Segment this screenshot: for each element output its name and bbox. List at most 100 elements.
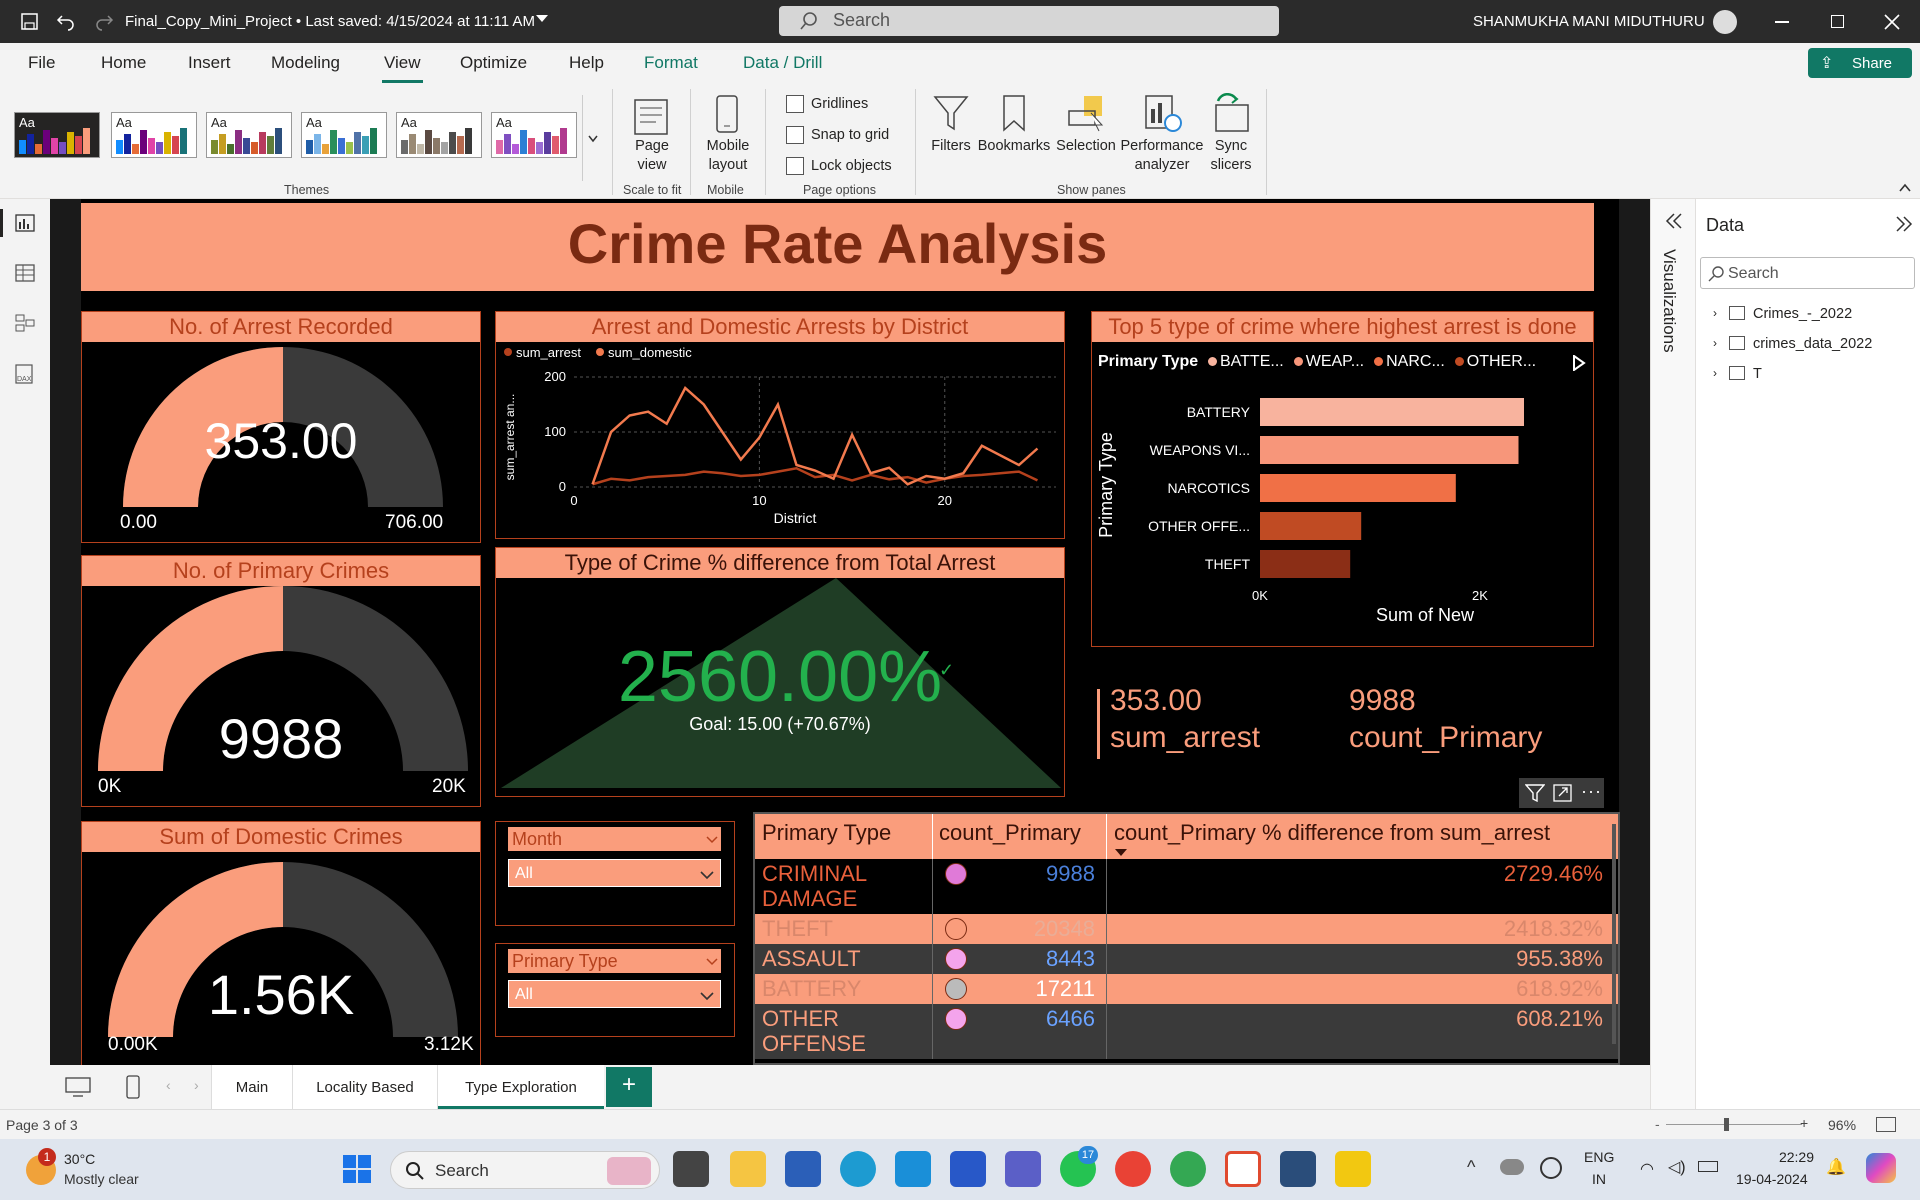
show-hidden-icons[interactable]: ^	[1467, 1157, 1475, 1178]
filters-button[interactable]: Filters	[925, 137, 977, 156]
chrome-profile-icon[interactable]	[1170, 1151, 1206, 1187]
bar-chart-visual[interactable]: Top 5 type of crime where highest arrest…	[1091, 311, 1594, 647]
slicer-primary-type[interactable]: Primary Type All	[495, 943, 735, 1037]
copilot-icon[interactable]	[1866, 1153, 1896, 1183]
undo-icon[interactable]	[56, 12, 76, 32]
file-explorer-icon[interactable]	[730, 1151, 766, 1187]
slicer-type-dropdown[interactable]: All	[508, 980, 721, 1008]
kpi-visual[interactable]: Type of Crime % difference from Total Ar…	[495, 547, 1065, 797]
legend-next-icon[interactable]	[1572, 355, 1586, 371]
menu-data-drill[interactable]: Data / Drill	[743, 53, 822, 73]
table-view-icon[interactable]	[14, 263, 36, 283]
clock-date[interactable]: 19-04-2024	[1736, 1171, 1808, 1187]
zoom-in-icon[interactable]: +	[1800, 1115, 1808, 1131]
maximize-icon[interactable]	[1831, 15, 1844, 28]
title-dropdown-icon[interactable]	[536, 15, 548, 22]
share-button[interactable]: ⇪ Share	[1808, 48, 1912, 78]
onedrive-icon[interactable]	[1500, 1159, 1524, 1175]
slicer-month[interactable]: Month All	[495, 821, 735, 926]
tab-main[interactable]: Main	[211, 1065, 293, 1109]
zoom-out-icon[interactable]: -	[1655, 1116, 1660, 1132]
theme-3[interactable]: Aa	[206, 112, 292, 158]
volume-icon[interactable]: ◁)	[1668, 1157, 1686, 1177]
edge-icon[interactable]	[840, 1151, 876, 1187]
zoom-slider[interactable]	[1666, 1124, 1802, 1125]
fit-to-page-icon[interactable]	[1876, 1117, 1896, 1132]
menu-modeling[interactable]: Modeling	[271, 53, 340, 73]
data-search-input[interactable]: Search	[1700, 257, 1915, 289]
menu-optimize[interactable]: Optimize	[460, 53, 527, 73]
dax-query-view-icon[interactable]: DAX	[14, 363, 36, 385]
model-view-icon[interactable]	[14, 313, 36, 333]
menu-insert[interactable]: Insert	[188, 53, 231, 73]
sync-slicers-button[interactable]: Sync slicers	[1205, 137, 1257, 175]
table-row[interactable]: CRIMINAL DAMAGE 9988 2729.46%	[755, 859, 1618, 914]
app-icon[interactable]	[1280, 1151, 1316, 1187]
lock-checkbox[interactable]	[786, 157, 804, 175]
lang-primary[interactable]: ENG	[1584, 1149, 1614, 1165]
bar[interactable]	[1260, 436, 1519, 464]
store-icon[interactable]	[785, 1151, 821, 1187]
close-icon[interactable]	[1884, 14, 1900, 30]
menu-file[interactable]: File	[28, 53, 55, 73]
tab-locality-based[interactable]: Locality Based	[293, 1065, 438, 1109]
gauge-primary-visual[interactable]: No. of Primary Crimes 9988 0K 20K	[81, 555, 481, 807]
theme-5[interactable]: Aa	[396, 112, 482, 158]
save-icon[interactable]	[20, 12, 40, 32]
table-header-pct[interactable]: count_Primary % difference from sum_arre…	[1114, 820, 1550, 846]
slicer-month-dropdown[interactable]: All	[508, 859, 721, 887]
table-row[interactable]: THEFT 20348 2418.32%	[755, 914, 1618, 944]
windows-start-icon[interactable]	[342, 1154, 372, 1184]
theme-2[interactable]: Aa	[111, 112, 197, 158]
report-view-icon[interactable]	[14, 213, 36, 233]
expand-visualizations-icon[interactable]	[1665, 213, 1683, 229]
taskbar-search[interactable]: Search	[390, 1151, 660, 1189]
snap-checkbox[interactable]	[786, 126, 804, 144]
theme-1[interactable]: Aa	[14, 112, 100, 158]
mobile-layout-button[interactable]: Mobile layout	[698, 137, 758, 175]
power-bi-icon[interactable]	[1335, 1151, 1371, 1187]
table-header-primary-type[interactable]: Primary Type	[762, 820, 891, 846]
gauge-arrests-visual[interactable]: No. of Arrest Recorded 353.00 0.00 706.0…	[81, 311, 481, 543]
theme-4[interactable]: Aa	[301, 112, 387, 158]
table-row[interactable]: BATTERY 17211 618.92%	[755, 974, 1618, 1004]
app-icon[interactable]	[950, 1151, 986, 1187]
wifi-icon[interactable]: ◠	[1640, 1159, 1654, 1179]
bookmarks-button[interactable]: Bookmarks	[976, 137, 1052, 156]
filter-icon[interactable]	[1525, 784, 1545, 802]
table-visual[interactable]: Primary Type count_Primary count_Primary…	[753, 812, 1620, 1065]
tab-type-exploration[interactable]: Type Exploration	[438, 1065, 604, 1109]
tab-scroll-left-icon[interactable]: ‹	[166, 1077, 171, 1093]
avatar[interactable]	[1713, 10, 1737, 34]
menu-home[interactable]: Home	[101, 53, 146, 73]
notifications-icon[interactable]: 🔔	[1826, 1157, 1846, 1177]
mobile-layout-toggle-icon[interactable]	[126, 1075, 140, 1099]
performance-analyzer-button[interactable]: Performance analyzer	[1119, 137, 1205, 175]
page-view-button[interactable]: Page view	[622, 137, 682, 175]
legend-item[interactable]: NARC...	[1374, 353, 1445, 371]
legend-item[interactable]: BATTE...	[1208, 353, 1284, 371]
zoom-slider-thumb[interactable]	[1724, 1118, 1729, 1131]
menu-view[interactable]: View	[384, 53, 421, 73]
sync-icon[interactable]	[1540, 1157, 1562, 1179]
line-chart-visual[interactable]: Arrest and Domestic Arrests by District …	[495, 311, 1065, 539]
legend-item[interactable]: WEAP...	[1293, 353, 1364, 371]
battery-icon[interactable]	[1698, 1161, 1718, 1172]
selection-button[interactable]: Selection	[1052, 137, 1120, 156]
table-header-count[interactable]: count_Primary	[939, 820, 1081, 846]
tab-scroll-right-icon[interactable]: ›	[194, 1077, 199, 1093]
clock-time[interactable]: 22:29	[1768, 1149, 1814, 1165]
visualizations-collapsed-pane[interactable]: Visualizations	[1651, 199, 1696, 1130]
minimize-icon[interactable]	[1775, 21, 1789, 23]
table-row[interactable]: ASSAULT 8443 955.38%	[755, 944, 1618, 974]
legend-item[interactable]: OTHER...	[1454, 353, 1536, 371]
task-view-icon[interactable]	[673, 1151, 709, 1187]
focus-mode-icon[interactable]	[1553, 784, 1573, 802]
menu-help[interactable]: Help	[569, 53, 604, 73]
themes-expand-button[interactable]	[582, 95, 600, 181]
table-row[interactable]: OTHER OFFENSE 6466 608.21%	[755, 1004, 1618, 1059]
teams-icon[interactable]	[1005, 1151, 1041, 1187]
bar[interactable]	[1260, 550, 1351, 578]
collapse-data-pane-icon[interactable]	[1895, 216, 1913, 232]
search-input[interactable]: Search	[779, 6, 1279, 36]
